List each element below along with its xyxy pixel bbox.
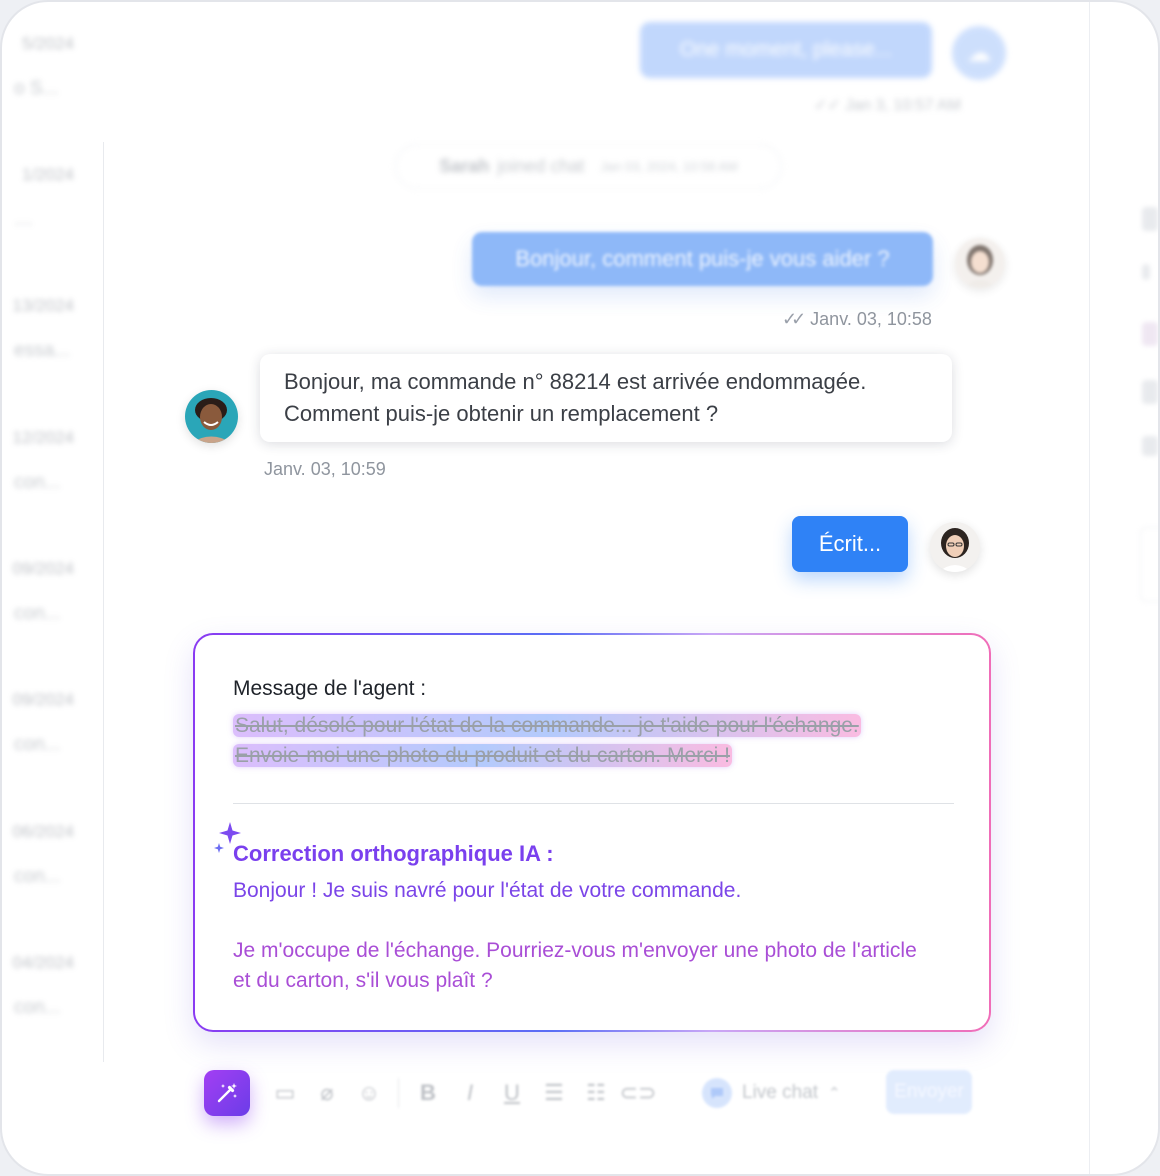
conversation-preview: con...	[14, 866, 61, 887]
conversation-date: 12/2024	[12, 428, 74, 447]
conversation-item[interactable]: 04/2024 con...	[2, 953, 102, 1019]
ai-correction-card: Message de l'agent : Salut, désolé pour …	[193, 633, 991, 1032]
conversation-item[interactable]: 13/2024 essa...	[2, 296, 102, 362]
correction-title: Correction orthographique IA :	[233, 841, 554, 866]
attachment-icon[interactable]: ⌀	[306, 1072, 348, 1114]
agent-avatar	[955, 238, 1005, 288]
panel-icon	[1142, 264, 1150, 280]
conversation-date: 13/2024	[12, 296, 74, 315]
channel-label: Live chat	[742, 1082, 819, 1103]
note-icon[interactable]: ▭	[264, 1072, 306, 1114]
bullet-list-icon[interactable]: ☰	[533, 1072, 575, 1114]
numbered-list-icon[interactable]: ☷	[575, 1072, 617, 1114]
italic-icon[interactable]: I	[449, 1072, 491, 1114]
conversation-item[interactable]: 1/2024 …	[2, 165, 102, 231]
bot-message-bubble: One moment, please...	[640, 22, 932, 78]
agent-message-bubble: Bonjour, comment puis-je vous aider ?	[472, 232, 933, 286]
system-event-chip: Sarah joined chat Jan 03, 2024, 10:58 AM	[395, 144, 782, 189]
conversation-preview: con...	[14, 997, 61, 1018]
original-message-line: Envoie-moi une photo du produit et du ca…	[233, 744, 732, 767]
conversation-item[interactable]: 09/2024 con...	[2, 559, 102, 625]
message-timestamp: ✓✓ Jan 3, 10:57 AM	[814, 97, 961, 114]
ai-magic-wand-button[interactable]	[204, 1070, 250, 1116]
ai-card-body: Message de l'agent : Salut, désolé pour …	[195, 635, 989, 1030]
conversation-sidebar: 5/2024 o S... 1/2024 … 13/2024 essa... 1…	[2, 2, 104, 1174]
bold-icon[interactable]: B	[407, 1072, 449, 1114]
agent-message-label: Message de l'agent :	[233, 677, 427, 700]
conversation-preview: con...	[14, 603, 61, 624]
conversation-preview: …	[14, 209, 33, 230]
customer-message-line: Bonjour, ma commande n° 88214 est arrivé…	[284, 369, 867, 394]
event-text: joined chat	[497, 156, 585, 176]
panel-icon	[1142, 207, 1158, 231]
conversation-date: 04/2024	[12, 953, 74, 972]
app-window: 5/2024 o S... 1/2024 … 13/2024 essa... 1…	[0, 0, 1160, 1176]
formatting-tools: ▭ ⌀ ☺ B I U ☰ ☷ ⊂⊃	[264, 1068, 659, 1118]
corrected-message: Bonjour ! Je suis navré pour l'état de v…	[233, 876, 933, 1026]
event-time: Jan 03, 2024, 10:58 AM	[600, 159, 738, 174]
conversation-date: 09/2024	[12, 690, 74, 709]
typing-indicator-bubble: Écrit...	[792, 516, 908, 572]
conversation-item[interactable]: 5/2024 o S...	[2, 34, 102, 100]
chevron-up-icon: ⌃	[828, 1085, 841, 1102]
panel-icon	[1142, 380, 1158, 404]
corrected-paragraph: Je m'occupe de l'échange. Pourriez-vous …	[233, 939, 917, 992]
conversation-date: 5/2024	[22, 34, 74, 53]
conversation-date: 09/2024	[12, 559, 74, 578]
toolbar-separator	[398, 1078, 399, 1108]
send-button[interactable]: Envoyer	[886, 1070, 972, 1114]
message-timestamp: Janv. 03, 10:59	[264, 459, 386, 479]
magic-wand-icon	[217, 1083, 237, 1103]
composer-toolbar: ▭ ⌀ ☺ B I U ☰ ☷ ⊂⊃ Live chat ⌃ Envoyer	[202, 1068, 982, 1118]
corrected-paragraph: Bonjour ! Je suis navré pour l'état de v…	[233, 879, 742, 902]
conversation-preview: con...	[14, 734, 61, 755]
panel-card	[1140, 527, 1158, 602]
original-message: Salut, désolé pour l'état de la commande…	[233, 711, 953, 771]
conversation-preview: essa...	[14, 340, 70, 361]
flag-icon	[1142, 322, 1158, 346]
channel-selector[interactable]: Live chat ⌃	[702, 1072, 841, 1114]
emoji-icon[interactable]: ☺	[348, 1072, 390, 1114]
details-panel	[1090, 2, 1158, 1174]
timestamp-text: Janv. 03, 10:58	[810, 309, 932, 329]
link-icon[interactable]: ⊂⊃	[617, 1072, 659, 1114]
conversation-date: 06/2024	[12, 822, 74, 841]
chat-bubble-icon	[702, 1078, 732, 1108]
customer-avatar	[185, 390, 238, 443]
agent-avatar	[930, 522, 980, 572]
double-check-icon: ✓✓	[782, 309, 806, 329]
original-message-line: Salut, désolé pour l'état de la commande…	[233, 714, 861, 737]
conversation-item[interactable]: 06/2024 con...	[2, 822, 102, 888]
card-divider	[233, 803, 954, 804]
bot-avatar-icon: ☁	[952, 26, 1006, 80]
conversation-item[interactable]: 12/2024 con...	[2, 428, 102, 494]
timestamp-text: Jan 3, 10:57 AM	[845, 97, 961, 114]
agent-name: Sarah	[439, 156, 490, 176]
customer-message-line: Comment puis-je obtenir un remplacement …	[284, 401, 719, 426]
message-timestamp: ✓✓ Janv. 03, 10:58	[782, 309, 932, 330]
conversation-item[interactable]: 09/2024 con...	[2, 690, 102, 756]
customer-message-bubble: Bonjour, ma commande n° 88214 est arrivé…	[260, 354, 952, 442]
conversation-date: 1/2024	[22, 165, 74, 184]
panel-icon	[1142, 436, 1158, 456]
underline-icon[interactable]: U	[491, 1072, 533, 1114]
conversation-preview: o S...	[14, 78, 59, 99]
conversation-preview: con...	[14, 472, 61, 493]
sidebar-divider	[103, 142, 104, 1062]
